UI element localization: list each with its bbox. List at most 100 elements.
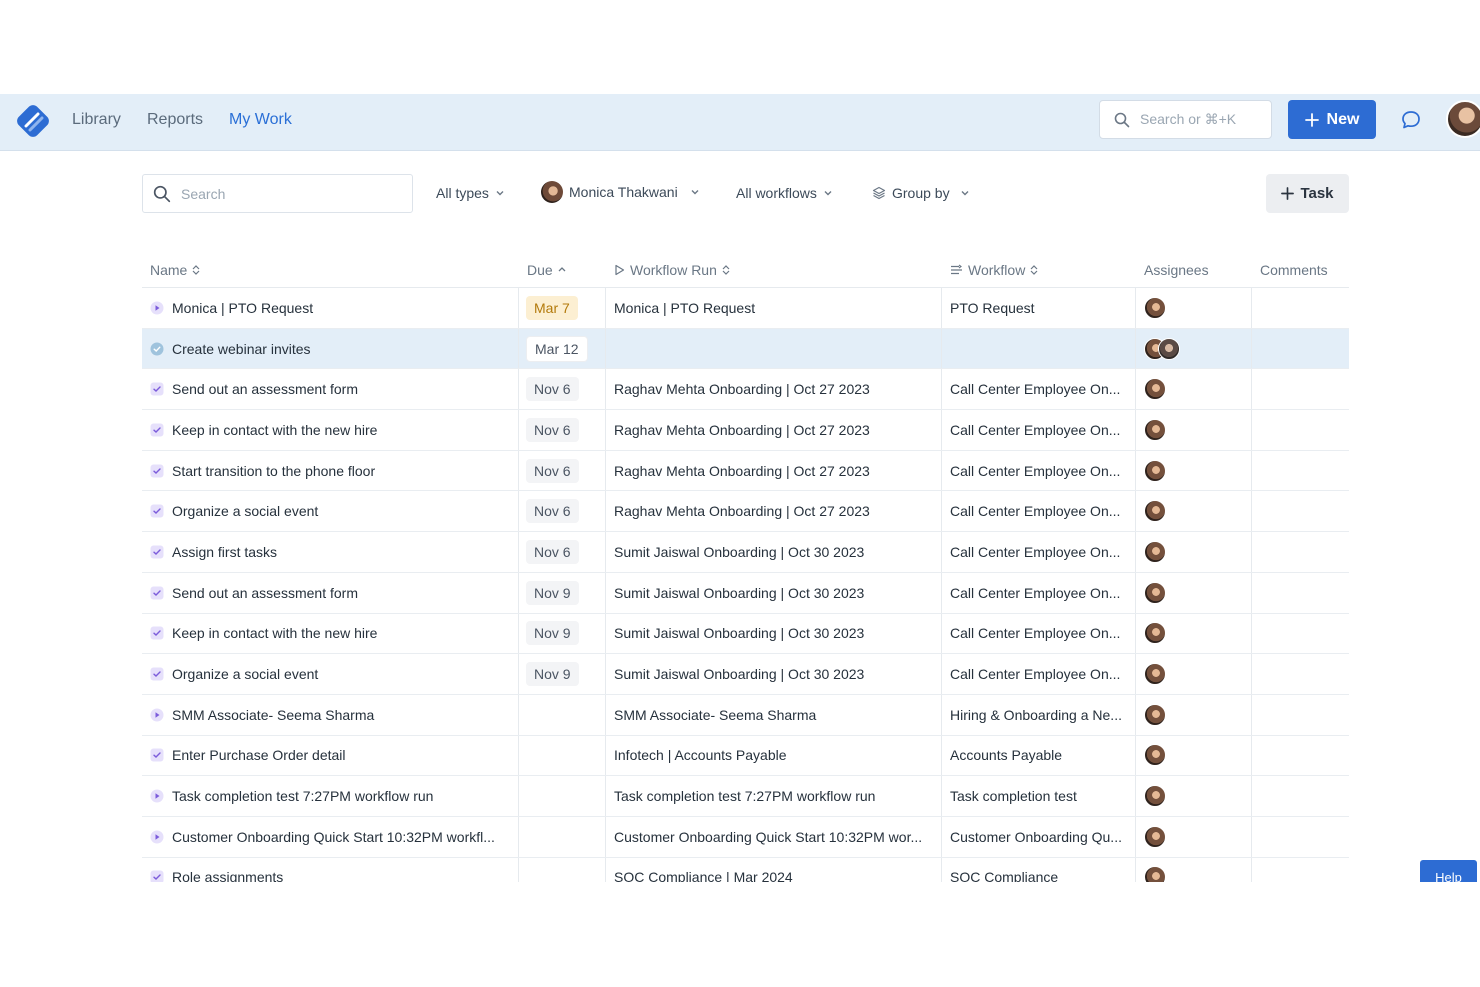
workflow-cell[interactable]: Hiring & Onboarding a Ne... xyxy=(950,695,1136,735)
workflow-run-cell[interactable]: Sumit Jaiswal Onboarding | Oct 30 2023 xyxy=(614,532,940,572)
task-search-input[interactable]: Search xyxy=(142,174,413,213)
table-row[interactable]: Enter Purchase Order detail Infotech | A… xyxy=(142,735,1349,777)
column-header-name[interactable]: Name xyxy=(150,262,200,278)
task-name-cell[interactable]: Send out an assessment form xyxy=(150,573,518,613)
help-button[interactable]: Help xyxy=(1420,860,1477,882)
task-name-cell[interactable]: Role assignments xyxy=(150,858,518,882)
table-row[interactable]: Keep in contact with the new hire Nov 6 … xyxy=(142,410,1349,451)
task-name-cell[interactable]: Organize a social event xyxy=(150,654,518,694)
check-circle-icon[interactable] xyxy=(150,342,164,356)
assignee-avatar[interactable] xyxy=(1144,785,1166,808)
user-avatar[interactable] xyxy=(1446,100,1480,138)
task-name-cell[interactable]: Enter Purchase Order detail xyxy=(150,736,518,776)
task-name-cell[interactable]: Start transition to the phone floor xyxy=(150,451,518,491)
workflow-run-cell[interactable]: Raghav Mehta Onboarding | Oct 27 2023 xyxy=(614,410,940,450)
workflow-cell[interactable]: Call Center Employee On... xyxy=(950,491,1136,531)
checkbox-icon[interactable] xyxy=(150,626,164,640)
checkbox-icon[interactable] xyxy=(150,870,164,882)
play-circle-icon[interactable] xyxy=(150,830,164,844)
table-row[interactable]: Send out an assessment form Nov 9 Sumit … xyxy=(142,572,1349,614)
assignee-avatar[interactable] xyxy=(1144,744,1166,767)
play-circle-icon[interactable] xyxy=(150,301,164,315)
workflow-cell[interactable]: SOC Compliance xyxy=(950,858,1136,882)
play-circle-icon[interactable] xyxy=(150,708,164,722)
workflow-run-cell[interactable]: Sumit Jaiswal Onboarding | Oct 30 2023 xyxy=(614,573,940,613)
checkbox-icon[interactable] xyxy=(150,586,164,600)
assignee-avatar[interactable] xyxy=(1144,581,1166,604)
workflow-run-cell[interactable]: Task completion test 7:27PM workflow run xyxy=(614,776,940,816)
workflow-cell[interactable]: Accounts Payable xyxy=(950,736,1136,776)
task-name-cell[interactable]: Monica | PTO Request xyxy=(150,288,518,328)
workflow-cell[interactable]: Call Center Employee On... xyxy=(950,451,1136,491)
workflow-run-cell[interactable]: Raghav Mehta Onboarding | Oct 27 2023 xyxy=(614,369,940,409)
table-row[interactable]: Send out an assessment form Nov 6 Raghav… xyxy=(142,369,1349,411)
assignee-avatar[interactable] xyxy=(1144,825,1166,848)
workflow-cell[interactable]: Call Center Employee On... xyxy=(950,654,1136,694)
workflow-cell[interactable]: PTO Request xyxy=(950,288,1136,328)
table-row[interactable]: Start transition to the phone floor Nov … xyxy=(142,450,1349,492)
assignee-avatar[interactable] xyxy=(1144,296,1166,319)
table-row[interactable]: Create webinar invites Mar 12 xyxy=(142,328,1349,370)
workflow-cell[interactable]: Task completion test xyxy=(950,776,1136,816)
nav-link-my-work[interactable]: My Work xyxy=(229,111,292,129)
workflows-filter-dropdown[interactable]: All workflows xyxy=(736,185,833,201)
table-row[interactable]: Assign first tasks Nov 6 Sumit Jaiswal O… xyxy=(142,532,1349,573)
workflow-run-cell[interactable]: Customer Onboarding Quick Start 10:32PM … xyxy=(614,817,940,857)
table-row[interactable]: Task completion test 7:27PM workflow run… xyxy=(142,776,1349,817)
assignee-avatar[interactable] xyxy=(1144,500,1166,523)
workflow-run-cell[interactable]: Monica | PTO Request xyxy=(614,288,940,328)
assignee-avatar[interactable] xyxy=(1144,418,1166,441)
checkbox-icon[interactable] xyxy=(150,504,164,518)
checkbox-icon[interactable] xyxy=(150,748,164,762)
task-name-cell[interactable]: Keep in contact with the new hire xyxy=(150,614,518,654)
new-button[interactable]: New xyxy=(1288,100,1376,139)
assignee-avatar[interactable] xyxy=(1158,337,1180,360)
nav-link-library[interactable]: Library xyxy=(72,111,121,129)
table-row[interactable]: Role assignments SOC Compliance | Mar 20… xyxy=(142,857,1349,882)
table-row[interactable]: Monica | PTO Request Mar 7 Monica | PTO … xyxy=(142,288,1349,329)
nav-link-reports[interactable]: Reports xyxy=(147,111,203,129)
workflow-cell[interactable]: Call Center Employee On... xyxy=(950,573,1136,613)
checkbox-icon[interactable] xyxy=(150,464,164,478)
workflow-cell[interactable] xyxy=(950,329,1136,369)
task-name-cell[interactable]: Task completion test 7:27PM workflow run xyxy=(150,776,518,816)
workflow-cell[interactable]: Call Center Employee On... xyxy=(950,410,1136,450)
app-logo[interactable] xyxy=(16,104,50,138)
table-row[interactable]: Organize a social event Nov 6 Raghav Meh… xyxy=(142,491,1349,533)
assignee-avatar[interactable] xyxy=(1144,866,1166,882)
column-header-workflow[interactable]: Workflow xyxy=(950,262,1038,278)
add-task-button[interactable]: Task xyxy=(1266,174,1349,213)
workflow-run-cell[interactable]: SOC Compliance | Mar 2024 xyxy=(614,858,940,882)
workflow-cell[interactable]: Call Center Employee On... xyxy=(950,532,1136,572)
chat-icon[interactable] xyxy=(1400,109,1422,131)
assignee-avatar[interactable] xyxy=(1144,378,1166,401)
assignee-filter-dropdown[interactable]: Monica Thakwani xyxy=(541,181,700,203)
workflow-cell[interactable]: Call Center Employee On... xyxy=(950,614,1136,654)
task-name-cell[interactable]: Create webinar invites xyxy=(150,329,518,369)
task-name-cell[interactable]: SMM Associate- Seema Sharma xyxy=(150,695,518,735)
workflow-run-cell[interactable]: Raghav Mehta Onboarding | Oct 27 2023 xyxy=(614,491,940,531)
assignee-avatar[interactable] xyxy=(1144,540,1166,563)
global-search-input[interactable]: Search or ⌘+K xyxy=(1099,100,1272,139)
play-circle-icon[interactable] xyxy=(150,789,164,803)
assignee-avatar[interactable] xyxy=(1144,663,1166,686)
table-row[interactable]: SMM Associate- Seema Sharma SMM Associat… xyxy=(142,694,1349,736)
task-name-cell[interactable]: Customer Onboarding Quick Start 10:32PM … xyxy=(150,817,518,857)
checkbox-icon[interactable] xyxy=(150,667,164,681)
task-name-cell[interactable]: Keep in contact with the new hire xyxy=(150,410,518,450)
checkbox-icon[interactable] xyxy=(150,382,164,396)
checkbox-icon[interactable] xyxy=(150,545,164,559)
workflow-run-cell[interactable] xyxy=(614,329,940,369)
assignee-avatar[interactable] xyxy=(1144,459,1166,482)
checkbox-icon[interactable] xyxy=(150,423,164,437)
table-row[interactable]: Keep in contact with the new hire Nov 9 … xyxy=(142,613,1349,655)
group-by-dropdown[interactable]: Group by xyxy=(872,185,970,201)
assignee-avatar[interactable] xyxy=(1144,622,1166,645)
task-name-cell[interactable]: Organize a social event xyxy=(150,491,518,531)
task-name-cell[interactable]: Send out an assessment form xyxy=(150,369,518,409)
workflow-run-cell[interactable]: Sumit Jaiswal Onboarding | Oct 30 2023 xyxy=(614,654,940,694)
column-header-workflow-run[interactable]: Workflow Run xyxy=(614,262,730,278)
workflow-cell[interactable]: Call Center Employee On... xyxy=(950,369,1136,409)
types-filter-dropdown[interactable]: All types xyxy=(436,185,505,201)
workflow-cell[interactable]: Customer Onboarding Qu... xyxy=(950,817,1136,857)
